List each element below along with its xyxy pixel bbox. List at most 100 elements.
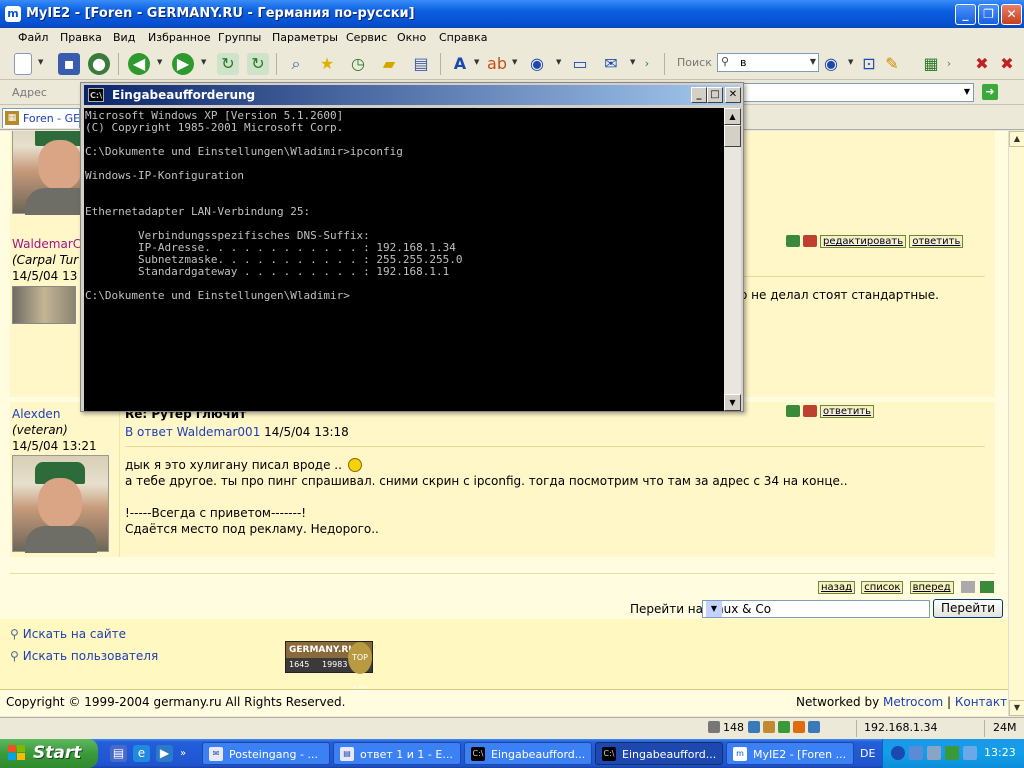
quicklaunch-more-icon[interactable]: » (178, 745, 188, 762)
search-engine-dropdown-icon[interactable]: ▼ (848, 58, 853, 66)
tray-chevron-icon[interactable] (891, 746, 905, 760)
back-icon[interactable]: ◀ (128, 53, 150, 75)
close-button[interactable]: ✕ (1001, 4, 1022, 25)
mail-icon[interactable]: ✉ (600, 53, 622, 75)
print-icon[interactable] (803, 405, 817, 417)
minimize-button[interactable]: _ (955, 4, 976, 25)
address-input[interactable]: ▼ (742, 83, 974, 102)
menu-file[interactable]: Файл (18, 31, 48, 44)
offline-icon[interactable]: ● (88, 53, 110, 75)
mail-dropdown-icon[interactable]: ▼ (630, 58, 635, 66)
forum-jump-select[interactable]: Linux & Co ▼ (702, 600, 930, 618)
cmd-console-output[interactable]: Microsoft Windows XP [Version 5.1.2600](… (84, 108, 724, 411)
tab-foren[interactable]: ▦ Foren - GE... (2, 108, 80, 128)
edit-button[interactable]: редактировать (820, 235, 907, 248)
close-all-icon[interactable]: ✖ (996, 53, 1018, 75)
cmd-maximize-button[interactable]: □ (707, 87, 723, 103)
history-icon[interactable]: ◷ (347, 53, 369, 75)
taskbar-item[interactable]: ✉ Posteingang - ... (202, 742, 330, 765)
forward-icon[interactable]: ▶ (172, 53, 194, 75)
user-icon[interactable] (786, 235, 800, 247)
thread-list-button[interactable]: список (861, 581, 904, 594)
font-dropdown-icon[interactable]: ▼ (474, 58, 479, 66)
menu-window[interactable]: Окно (397, 31, 426, 44)
taskbar-item[interactable]: ▤ ответ 1 и 1 - E... (333, 742, 461, 765)
folder-icon[interactable]: ▰ (378, 53, 400, 75)
jump-button[interactable]: Перейти (933, 599, 1003, 618)
pencil-icon[interactable]: ✎ (881, 53, 903, 75)
window-icon[interactable]: ▭ (569, 53, 591, 75)
messenger-icon[interactable] (963, 746, 977, 760)
cmd-title-bar[interactable]: C:\ Eingabeaufforderung _ □ ✕ (84, 85, 741, 105)
refresh-icon[interactable]: ↻ (217, 53, 239, 75)
search-engine-icon[interactable]: ◉ (820, 53, 842, 75)
menu-help[interactable]: Справка (439, 31, 487, 44)
encoding-icon[interactable]: ab (486, 53, 508, 75)
taskbar-item[interactable]: m MyIE2 - [Foren ... (726, 742, 854, 765)
title-bar[interactable]: m MyIE2 - [Foren - GERMANY.RU - Германия… (0, 0, 1024, 28)
menu-view[interactable]: Вид (113, 31, 135, 44)
dropdown-arrow-icon[interactable]: ▼ (38, 58, 43, 66)
menu-favorites[interactable]: Избранное (148, 31, 210, 44)
scroll-up-icon[interactable]: ▲ (1009, 131, 1024, 147)
close-tab-icon[interactable]: ✖ (971, 53, 993, 75)
reply-user-link[interactable]: Waldemar001 (177, 425, 261, 439)
panel-icon[interactable]: ▦ (920, 53, 942, 75)
prev-thread-button[interactable]: назад (818, 581, 856, 594)
cmd-scroll-down-icon[interactable]: ▼ (724, 394, 741, 411)
threaded-view-icon[interactable] (980, 581, 994, 593)
media-player-icon[interactable]: ▶ (156, 745, 173, 762)
forward-dropdown-icon[interactable]: ▼ (201, 58, 206, 66)
post-username[interactable]: WaldemarC (12, 237, 81, 251)
save-icon[interactable]: ▪ (58, 53, 80, 75)
back-dropdown-icon[interactable]: ▼ (157, 58, 162, 66)
taskbar-item[interactable]: C:\ Eingabeaufford... (464, 742, 592, 765)
next-thread-button[interactable]: вперед (909, 581, 954, 594)
menu-tools[interactable]: Сервис (346, 31, 387, 44)
chevron-down-icon[interactable]: ▼ (964, 87, 970, 96)
maximize-button[interactable]: ❐ (978, 4, 999, 25)
cmd-close-button[interactable]: ✕ (725, 87, 741, 103)
reply-button[interactable]: ответить (820, 405, 875, 418)
cmd-minimize-button[interactable]: _ (691, 87, 707, 103)
menu-groups[interactable]: Группы (218, 31, 261, 44)
reply-prefix-link[interactable]: В ответ (125, 425, 173, 439)
toolbar-chevron-icon[interactable]: › (642, 53, 652, 75)
highlight-icon[interactable]: ⊡ (858, 53, 880, 75)
search-user-link[interactable]: ⚲ Искать пользователя (10, 649, 158, 663)
germany-ru-counter-badge[interactable]: GERMANY.RU 1645 19983 TOP 100 (285, 641, 373, 694)
internet-explorer-icon[interactable]: e (133, 745, 150, 762)
globe-dropdown-icon[interactable]: ▼ (556, 58, 561, 66)
contact-link[interactable]: Контакт (955, 695, 1007, 709)
show-desktop-icon[interactable]: ▤ (110, 745, 127, 762)
search-site-link[interactable]: ⚲ Искать на сайте (10, 627, 126, 641)
taskbar-item-active[interactable]: C:\ Eingabeaufford... (595, 742, 723, 765)
scroll-down-icon[interactable]: ▼ (1009, 700, 1024, 716)
menu-edit[interactable]: Правка (60, 31, 102, 44)
go-arrow-icon[interactable]: ➜ (982, 84, 998, 100)
monitor-icon[interactable] (945, 746, 959, 760)
print-icon[interactable] (803, 235, 817, 247)
start-button[interactable]: Start (0, 739, 98, 768)
new-page-icon[interactable] (14, 53, 32, 75)
menu-options[interactable]: Параметры (272, 31, 338, 44)
cmd-scroll-thumb[interactable] (724, 125, 741, 147)
chevron-down-icon[interactable]: ▼ (810, 57, 816, 66)
volume-icon[interactable] (927, 746, 941, 760)
user-icon[interactable] (786, 405, 800, 417)
clock[interactable]: 13:23 (984, 746, 1016, 759)
metrocom-link[interactable]: Metrocom (883, 695, 943, 709)
page-scrollbar[interactable]: ▲ ▼ (1008, 131, 1024, 716)
language-indicator[interactable]: DE (860, 747, 875, 760)
post-username[interactable]: Alexden (12, 407, 60, 421)
chevron-down-icon[interactable]: ▼ (706, 601, 722, 617)
search-icon[interactable]: ⌕ (285, 53, 307, 75)
globe-icon[interactable]: ◉ (526, 53, 548, 75)
flat-view-icon[interactable] (960, 581, 975, 593)
encoding-dropdown-icon[interactable]: ▼ (512, 58, 517, 66)
refresh-all-icon[interactable]: ↻ (247, 53, 269, 75)
toolbar-chevron-icon[interactable]: › (944, 53, 954, 75)
scroll-track[interactable] (1009, 147, 1024, 700)
reply-button[interactable]: ответить (909, 235, 964, 248)
collector-icon[interactable]: ▤ (410, 53, 432, 75)
